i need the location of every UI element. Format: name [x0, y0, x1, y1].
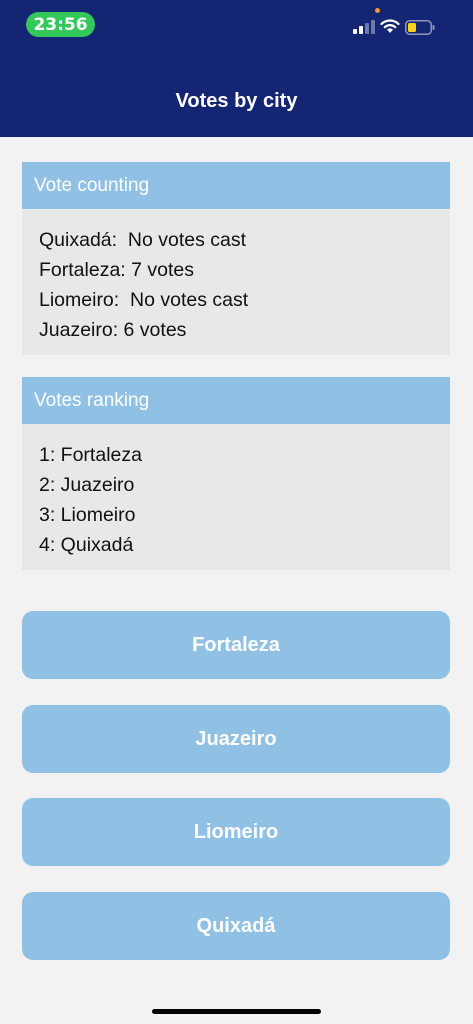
votes-ranking-card: Votes ranking 1: Fortaleza 2: Juazeiro 3… — [22, 377, 450, 570]
vote-fortaleza-button[interactable]: Fortaleza — [22, 611, 450, 679]
vote-counting-title: Vote counting — [22, 162, 450, 209]
page-title: Votes by city — [175, 90, 298, 112]
vote-count-line: Fortaleza: 7 votes — [39, 259, 194, 281]
privacy-dot-icon — [375, 8, 380, 13]
votes-ranking-body: 1: Fortaleza 2: Juazeiro 3: Liomeiro 4: … — [22, 424, 450, 570]
ranking-line: 1: Fortaleza — [39, 444, 142, 466]
vote-quixada-button[interactable]: Quixadá — [22, 892, 450, 960]
status-time: 23:56 — [26, 12, 95, 37]
vote-count-line: Quixadá: No votes cast — [39, 229, 247, 251]
votes-ranking-title: Votes ranking — [22, 377, 450, 424]
ranking-line: 2: Juazeiro — [39, 474, 135, 496]
wifi-icon — [380, 19, 400, 33]
vote-liomeiro-button[interactable]: Liomeiro — [22, 798, 450, 866]
vote-count-line: Liomeiro: No votes cast — [39, 289, 249, 311]
status-icons — [343, 8, 453, 40]
vote-juazeiro-button[interactable]: Juazeiro — [22, 705, 450, 773]
vote-counting-body: Quixadá: No votes cast Fortaleza: 7 vote… — [22, 209, 450, 355]
vote-counting-card: Vote counting Quixadá: No votes cast For… — [22, 162, 450, 355]
battery-icon — [405, 20, 435, 35]
home-indicator[interactable] — [152, 1009, 321, 1014]
ranking-line: 3: Liomeiro — [39, 504, 136, 526]
vote-count-line: Juazeiro: 6 votes — [39, 319, 187, 341]
top-bar: 23:56 Votes by city — [0, 0, 473, 137]
ranking-line: 4: Quixadá — [39, 534, 134, 556]
signal-icon — [353, 20, 375, 34]
